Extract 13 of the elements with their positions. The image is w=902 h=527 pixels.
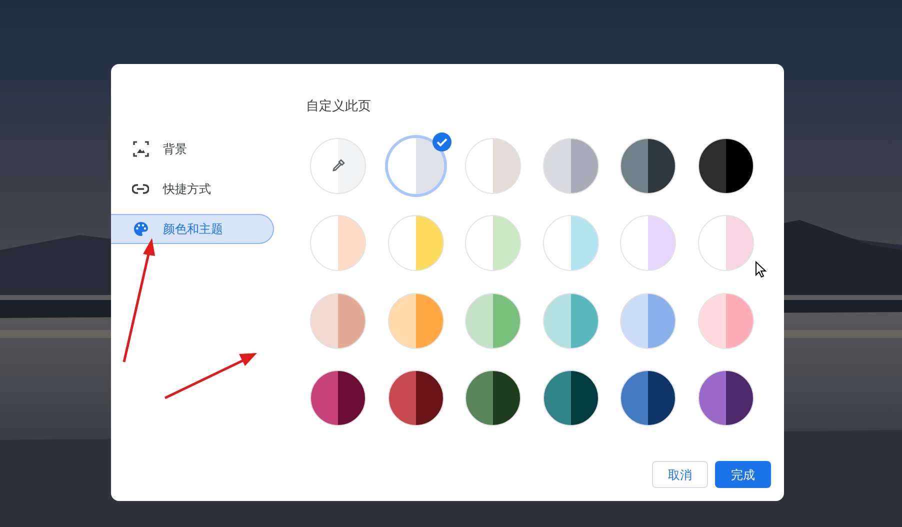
palette-icon xyxy=(132,221,148,237)
dialog-title: 自定义此页 xyxy=(306,97,372,115)
mouse-cursor-icon xyxy=(755,261,767,278)
check-icon xyxy=(432,132,452,152)
color-swatch[interactable] xyxy=(388,138,444,194)
done-button[interactable]: 完成 xyxy=(715,461,771,488)
cancel-button[interactable]: 取消 xyxy=(652,461,708,488)
sidebar-item[interactable]: 背景 xyxy=(111,134,274,164)
eyedropper-icon xyxy=(332,159,344,172)
link-icon xyxy=(132,184,149,194)
sidebar-item[interactable]: 快捷方式 xyxy=(111,174,274,204)
sidebar-item[interactable]: 颜色和主题 xyxy=(111,214,274,244)
image-icon xyxy=(132,141,148,157)
